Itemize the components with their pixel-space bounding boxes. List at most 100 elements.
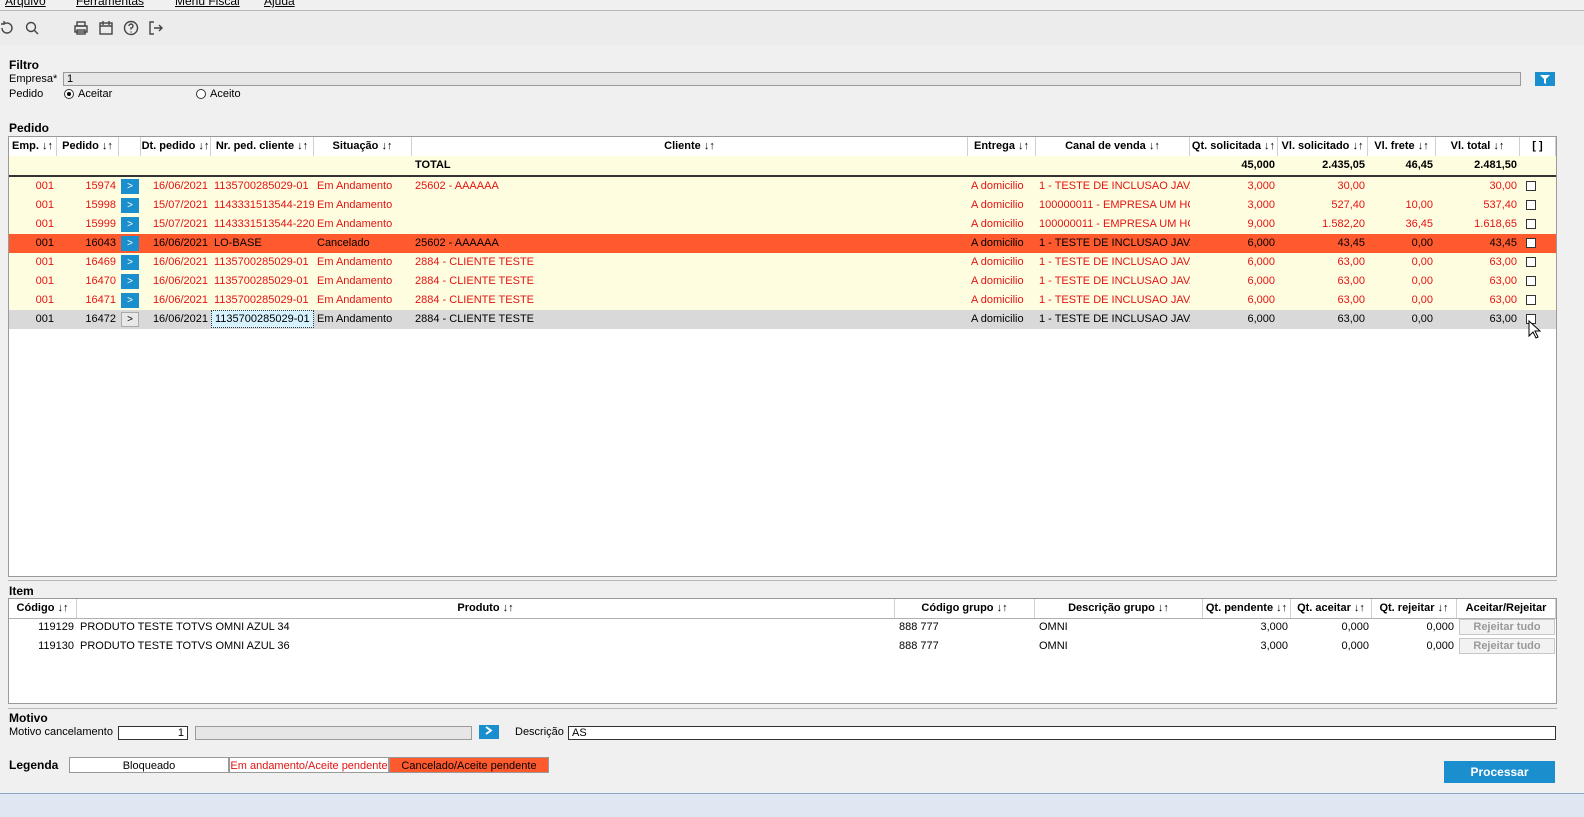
column-header[interactable]: Qt. rejeitar ↓↑ — [1372, 599, 1457, 618]
column-header[interactable]: [ ] — [1520, 137, 1556, 156]
dt-pedido-cell: 15/07/2021 — [152, 218, 208, 230]
qt-solicitada-cell: 6,000 — [1247, 275, 1275, 287]
row-select-checkbox[interactable] — [1526, 181, 1536, 191]
column-header[interactable]: Qt. pendente ↓↑ — [1203, 599, 1291, 618]
entrega-cell: A domicilio — [971, 275, 1024, 287]
canal-cell: 1 - TESTE DE INCLUSAO JAVA — [1039, 237, 1190, 249]
menu-ajuda[interactable]: Ajuda — [264, 0, 295, 8]
row-arrow-button-wrap: > — [119, 253, 141, 272]
emp-cell: 001 — [35, 294, 54, 306]
row-select-checkbox[interactable] — [1526, 200, 1536, 210]
checkbox-cell — [1520, 291, 1556, 310]
column-header[interactable]: Cliente ↓↑ — [412, 137, 968, 156]
row-arrow-button[interactable]: > — [121, 236, 139, 251]
menu-fiscal[interactable]: Menu Fiscal — [175, 0, 240, 8]
descricao-input[interactable]: AS — [568, 726, 1556, 740]
vl-solicitado-cell: 1.582,20 — [1322, 218, 1365, 230]
menu-bar: Arquivo Ferramentas Menu Fiscal Ajuda — [0, 0, 1584, 11]
column-header[interactable]: Entrega ↓↑ — [968, 137, 1036, 156]
print-icon[interactable] — [72, 19, 90, 37]
row-select-checkbox[interactable] — [1526, 257, 1536, 267]
pedido-cell: 15998 — [85, 199, 116, 211]
calendar-icon[interactable] — [97, 19, 115, 37]
motivo-code-input[interactable]: 1 — [118, 726, 188, 740]
mouse-cursor-icon — [1528, 320, 1542, 339]
column-header[interactable]: Situação ↓↑ — [314, 137, 412, 156]
radio-aceitar[interactable]: Aceitar — [64, 88, 112, 100]
column-header[interactable]: Canal de venda ↓↑ — [1036, 137, 1190, 156]
row-select-checkbox[interactable] — [1526, 238, 1536, 248]
table-row[interactable]: 001 16472 >16/06/2021 1135700285029-01 Em An… — [9, 310, 1556, 329]
column-header[interactable]: Nr. ped. cliente ↓↑ — [211, 137, 314, 156]
pedido-cell: 16471 — [85, 294, 116, 306]
situacao-cell: Em Andamento — [317, 218, 393, 230]
column-header[interactable]: Qt. solicitada ↓↑ — [1190, 137, 1278, 156]
menu-arquivo[interactable]: Arquivo — [5, 0, 46, 8]
radio-aceito[interactable]: Aceito — [196, 88, 241, 100]
row-select-checkbox[interactable] — [1526, 295, 1536, 305]
rejeitar-tudo-button[interactable]: Rejeitar tudo — [1459, 619, 1555, 635]
search-icon[interactable] — [23, 19, 41, 37]
help-icon[interactable] — [122, 19, 140, 37]
column-header[interactable]: Vl. total ↓↑ — [1436, 137, 1520, 156]
row-arrow-button[interactable]: > — [121, 179, 139, 194]
row-arrow-button[interactable]: > — [121, 274, 139, 289]
radio-aceito-dot[interactable] — [196, 89, 206, 99]
table-row[interactable]: 001 16470 >16/06/2021 1135700285029-01 Em An… — [9, 272, 1556, 291]
vl-total-cell: 1.618,65 — [1474, 218, 1517, 230]
radio-aceito-label: Aceito — [210, 88, 241, 100]
table-row[interactable]: 119129 PRODUTO TESTE TOTVS OMNI AZUL 34 88… — [9, 618, 1556, 637]
column-header[interactable] — [119, 137, 141, 156]
column-header[interactable]: Emp. ↓↑ — [9, 137, 57, 156]
row-select-checkbox[interactable] — [1526, 219, 1536, 229]
radio-aceitar-dot[interactable] — [64, 89, 74, 99]
empresa-input[interactable]: 1 — [63, 72, 1521, 86]
column-header[interactable]: Vl. frete ↓↑ — [1368, 137, 1436, 156]
motivo-lookup-button[interactable] — [479, 725, 499, 739]
vl-solicitado-cell: 527,40 — [1331, 199, 1365, 211]
rejeitar-tudo-button[interactable]: Rejeitar tudo — [1459, 638, 1555, 654]
exit-icon[interactable] — [147, 19, 165, 37]
row-arrow-button[interactable]: > — [121, 293, 139, 308]
table-row[interactable]: 119130 PRODUTO TESTE TOTVS OMNI AZUL 36 88… — [9, 637, 1556, 656]
menu-ferramentas[interactable]: Ferramentas — [76, 0, 144, 8]
column-header[interactable]: Pedido ↓↑ — [57, 137, 119, 156]
table-row[interactable]: 001 16471 >16/06/2021 1135700285029-01 Em An… — [9, 291, 1556, 310]
column-header[interactable]: Dt. pedido ↓↑ — [141, 137, 211, 156]
row-arrow-button[interactable]: > — [121, 312, 139, 327]
vl-frete-cell: 36,45 — [1405, 218, 1433, 230]
cliente-cell: 25602 - AAAAAA — [415, 237, 499, 249]
column-header[interactable]: Aceitar/Rejeitar — [1457, 599, 1556, 618]
column-header[interactable]: Produto ↓↑ — [77, 599, 895, 618]
filter-button[interactable] — [1535, 72, 1555, 86]
refresh-icon[interactable] — [0, 19, 16, 37]
row-arrow-button-wrap: > — [119, 272, 141, 291]
table-row[interactable]: 001 15974 >16/06/2021 1135700285029-01 Em An… — [9, 177, 1556, 196]
row-arrow-button[interactable]: > — [121, 198, 139, 213]
column-header[interactable]: Código ↓↑ — [9, 599, 77, 618]
radio-aceitar-label: Aceitar — [78, 88, 113, 100]
table-row[interactable]: 001 15998 >15/07/2021 1143331513544-219 Em A… — [9, 196, 1556, 215]
filter-icon — [1540, 74, 1550, 84]
column-header[interactable]: Qt. aceitar ↓↑ — [1291, 599, 1372, 618]
table-row[interactable]: 001 16469 >16/06/2021 1135700285029-01 Em An… — [9, 253, 1556, 272]
table-row[interactable]: 001 15999 >15/07/2021 1143331513544-220 Em A… — [9, 215, 1556, 234]
table-row[interactable]: 001 16043 >16/06/2021 LO-BASE Cancelado 25602… — [9, 234, 1556, 253]
column-header[interactable]: Descrição grupo ↓↑ — [1035, 599, 1203, 618]
column-header[interactable]: Vl. solicitado ↓↑ — [1278, 137, 1368, 156]
entrega-cell: A domicilio — [971, 180, 1024, 192]
column-header[interactable]: Código grupo ↓↑ — [895, 599, 1035, 618]
processar-button[interactable]: Processar — [1444, 761, 1555, 783]
total-row: TOTAL 45,000 2.435,05 46,45 2.481,50 — [9, 156, 1556, 177]
row-select-checkbox[interactable] — [1526, 276, 1536, 286]
row-arrow-button-wrap: > — [119, 234, 141, 253]
pedido-cell: 16470 — [85, 275, 116, 287]
checkbox-cell — [1520, 234, 1556, 253]
cliente-cell: 2884 - CLIENTE TESTE — [415, 275, 535, 287]
vl-frete-cell: 0,00 — [1411, 294, 1433, 306]
total-total: 2.481,50 — [1474, 159, 1517, 171]
nr-ped-cliente-cell: 1143331513544-220 — [214, 218, 314, 230]
row-arrow-button[interactable]: > — [121, 255, 139, 270]
row-arrow-button[interactable]: > — [121, 217, 139, 232]
qt-solicitada-cell: 6,000 — [1247, 313, 1275, 325]
